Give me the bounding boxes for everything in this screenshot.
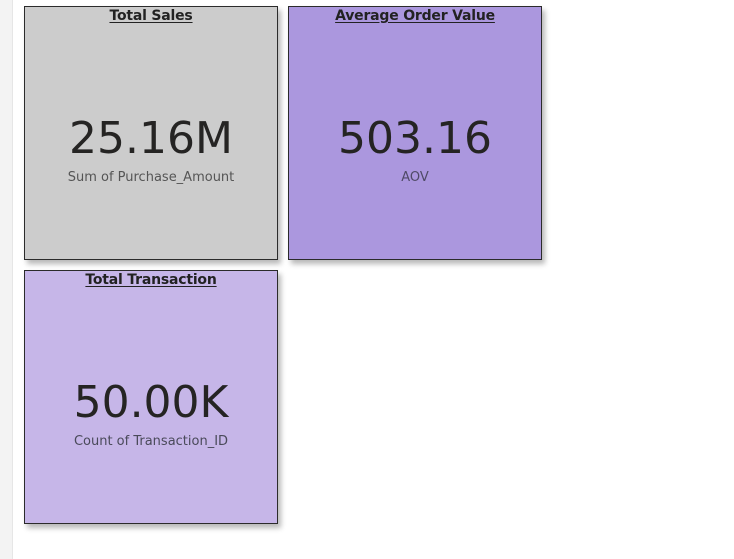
card-value: 50.00K — [73, 377, 229, 428]
card-caption: Count of Transaction_ID — [73, 434, 229, 449]
card-title: Average Order Value — [335, 8, 495, 24]
card-caption: AOV — [401, 170, 429, 185]
card-title: Total Sales — [109, 8, 193, 24]
card-value: 25.16M — [69, 113, 233, 164]
total-transaction-card[interactable]: Total Transaction 50.00K Count of Transa… — [24, 270, 278, 524]
card-value: 503.16 — [338, 113, 492, 164]
average-order-value-card[interactable]: Average Order Value 503.16 AOV — [288, 6, 542, 260]
total-sales-card[interactable]: Total Sales 25.16M Sum of Purchase_Amoun… — [24, 6, 278, 260]
canvas-left-edge — [0, 0, 13, 559]
card-caption: Sum of Purchase_Amount — [67, 170, 235, 185]
card-title: Total Transaction — [85, 272, 217, 288]
